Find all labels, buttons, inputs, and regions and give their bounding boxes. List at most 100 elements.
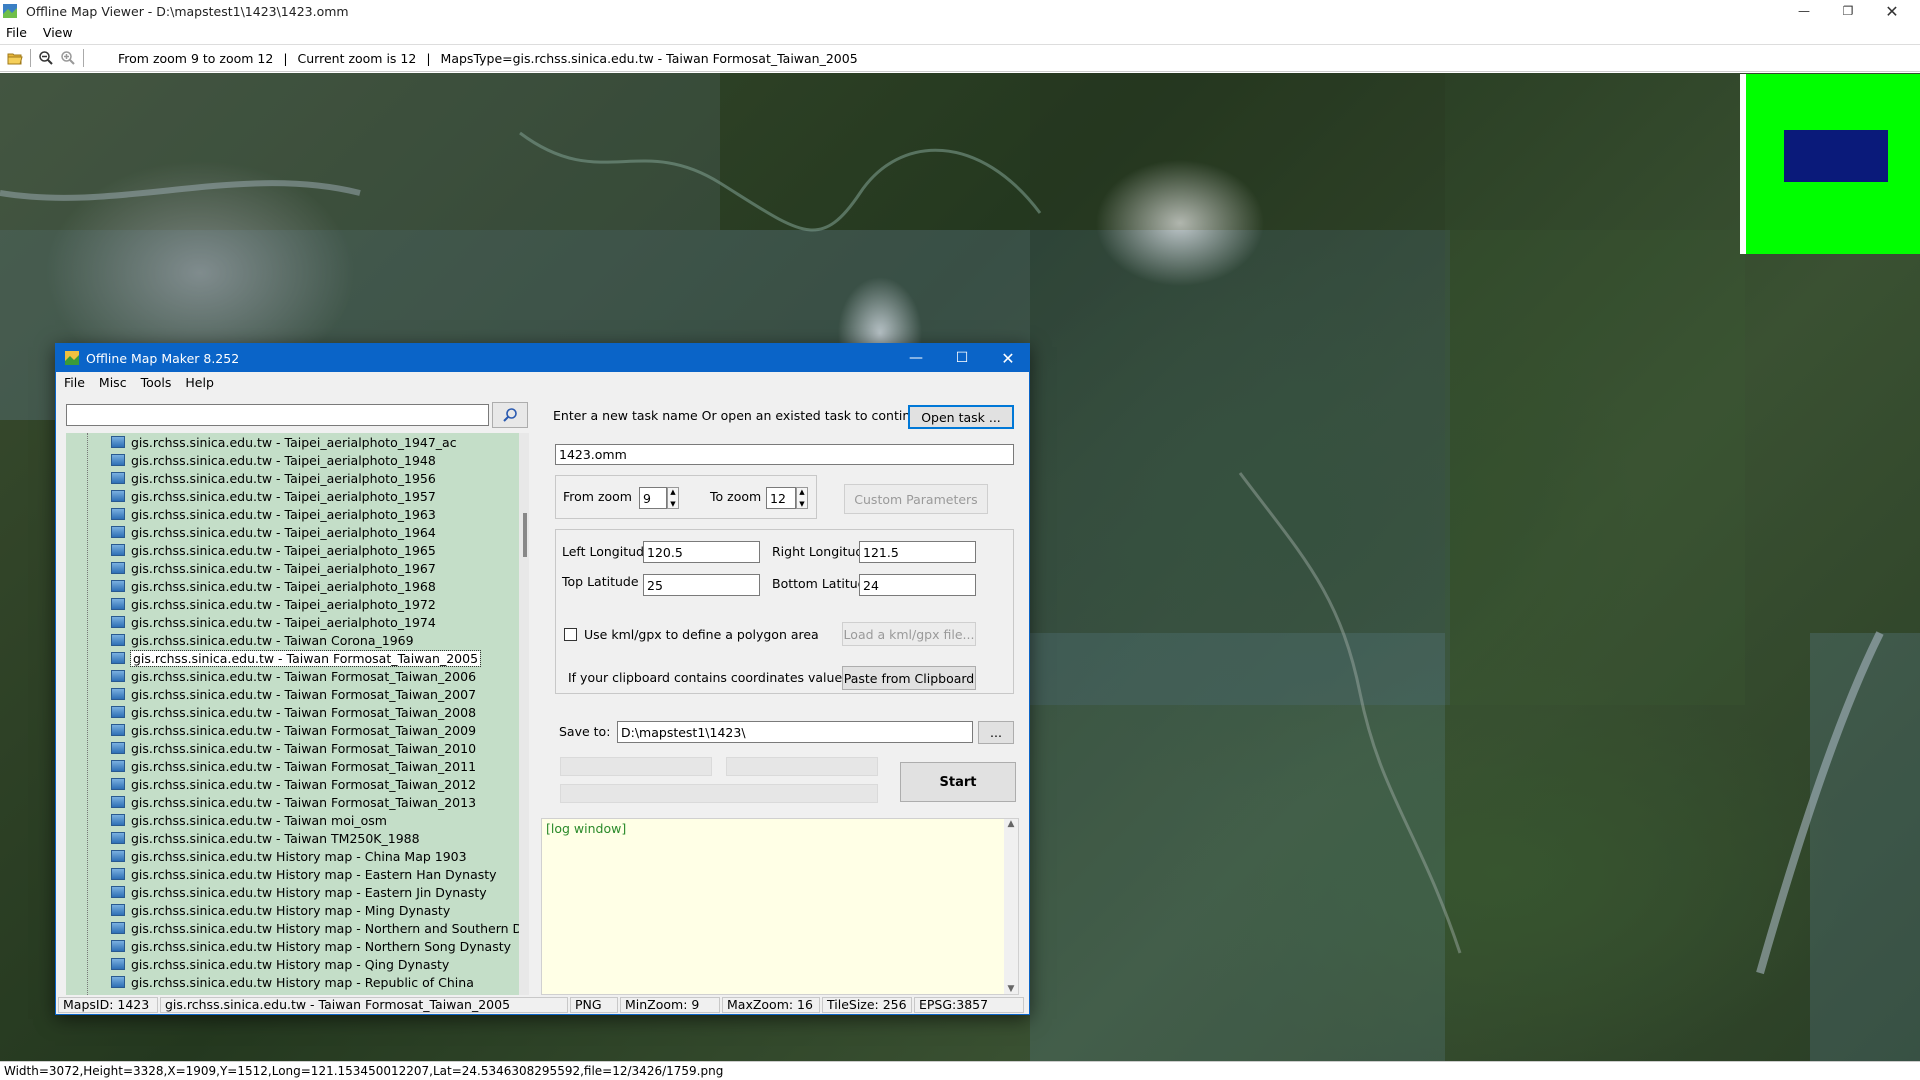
load-kml-button[interactable]: Load a kml/gpx file... xyxy=(842,622,976,646)
main-toolbar: From zoom 9 to zoom 12 | Current zoom is… xyxy=(0,44,1920,72)
up-arrow-icon[interactable]: ▲ xyxy=(670,488,675,496)
to-zoom-stepper[interactable]: ▲ ▼ xyxy=(796,487,808,509)
tree-item[interactable]: gis.rchss.sinica.edu.tw - Taipei_aerialp… xyxy=(66,487,529,505)
map-layer-icon xyxy=(111,886,125,898)
tree-item[interactable]: gis.rchss.sinica.edu.tw History map - Ea… xyxy=(66,865,529,883)
tree-item[interactable]: gis.rchss.sinica.edu.tw - Taipei_aerialp… xyxy=(66,469,529,487)
tree-item[interactable]: gis.rchss.sinica.edu.tw History map - Ch… xyxy=(66,847,529,865)
map-layer-icon xyxy=(111,976,125,988)
tree-item[interactable]: gis.rchss.sinica.edu.tw - Taipei_aerialp… xyxy=(66,559,529,577)
menu-file[interactable]: File xyxy=(6,25,27,40)
cursor-info: Width=3072,Height=3328,X=1909,Y=1512,Lon… xyxy=(4,1064,724,1078)
start-button[interactable]: Start xyxy=(900,762,1016,802)
dialog-menu-tools[interactable]: Tools xyxy=(141,375,172,390)
minimize-icon[interactable]: — xyxy=(1782,0,1826,22)
tree-item[interactable]: gis.rchss.sinica.edu.tw - Taiwan Formosa… xyxy=(66,721,529,739)
tree-item[interactable]: gis.rchss.sinica.edu.tw History map - Ea… xyxy=(66,883,529,901)
search-button[interactable] xyxy=(492,402,528,428)
map-layer-icon xyxy=(111,634,125,646)
restore-icon[interactable]: ❐ xyxy=(1826,0,1870,22)
dialog-menu-misc[interactable]: Misc xyxy=(99,375,127,390)
tree-item[interactable]: gis.rchss.sinica.edu.tw History map - Re… xyxy=(66,973,529,991)
tree-item[interactable]: gis.rchss.sinica.edu.tw History map - No… xyxy=(66,919,529,937)
tree-item[interactable]: gis.rchss.sinica.edu.tw - Taiwan Formosa… xyxy=(66,703,529,721)
map-layer-icon xyxy=(111,760,125,772)
left-longitude-input[interactable]: 120.5 xyxy=(643,541,760,563)
dialog-maximize-icon[interactable]: ☐ xyxy=(939,344,985,372)
from-zoom-stepper[interactable]: ▲ ▼ xyxy=(667,487,679,509)
tree-item-label: gis.rchss.sinica.edu.tw - Taiwan Formosa… xyxy=(131,668,477,684)
tree-item[interactable]: gis.rchss.sinica.edu.tw - Taiwan moi_osm xyxy=(66,811,529,829)
close-icon[interactable]: ✕ xyxy=(1870,0,1914,22)
offline-map-maker-dialog: Offline Map Maker 8.252 — ☐ ✕ File Misc … xyxy=(55,343,1030,1015)
scroll-up-icon[interactable]: ▲ xyxy=(1008,819,1015,829)
dialog-minimize-icon[interactable]: — xyxy=(893,344,939,372)
tree-item-label: gis.rchss.sinica.edu.tw - Taiwan moi_osm xyxy=(131,812,387,828)
dialog-menu-file[interactable]: File xyxy=(64,375,85,390)
up-arrow-icon[interactable]: ▲ xyxy=(799,488,804,496)
epsg-status: EPSG:3857 xyxy=(914,997,1024,1013)
left-longitude-label: Left Longitude xyxy=(562,544,652,559)
log-window[interactable]: [log window] ▲ ▼ xyxy=(541,818,1019,995)
menu-view[interactable]: View xyxy=(43,25,73,40)
tree-item[interactable]: gis.rchss.sinica.edu.tw History map - Mi… xyxy=(66,901,529,919)
down-arrow-icon[interactable]: ▼ xyxy=(799,500,804,508)
minimap[interactable] xyxy=(1740,74,1920,254)
tree-scrollbar-thumb[interactable] xyxy=(523,513,527,557)
dialog-titlebar: Offline Map Maker 8.252 — ☐ ✕ xyxy=(56,344,1029,372)
tree-item[interactable]: gis.rchss.sinica.edu.tw - Taipei_aerialp… xyxy=(66,433,529,451)
tree-item-label: gis.rchss.sinica.edu.tw - Taipei_aerialp… xyxy=(131,524,436,540)
bottom-latitude-input[interactable]: 24 xyxy=(859,574,976,596)
tree-item[interactable]: gis.rchss.sinica.edu.tw - Taiwan Corona_… xyxy=(66,631,529,649)
tree-item[interactable]: gis.rchss.sinica.edu.tw - Taiwan Formosa… xyxy=(66,649,529,667)
right-longitude-input[interactable]: 121.5 xyxy=(859,541,976,563)
tree-item[interactable]: gis.rchss.sinica.edu.tw - Taiwan Formosa… xyxy=(66,793,529,811)
browse-button[interactable]: ... xyxy=(978,721,1014,744)
log-scrollbar[interactable]: ▲ ▼ xyxy=(1004,819,1018,994)
zoom-out-icon[interactable] xyxy=(35,47,57,69)
tree-item[interactable]: gis.rchss.sinica.edu.tw History map - No… xyxy=(66,937,529,955)
dialog-menu-help[interactable]: Help xyxy=(185,375,214,390)
custom-parameters-button[interactable]: Custom Parameters xyxy=(844,484,988,514)
save-path-input[interactable]: D:\mapstest1\1423\ xyxy=(617,721,973,743)
tree-item[interactable]: gis.rchss.sinica.edu.tw - Taiwan TM250K_… xyxy=(66,829,529,847)
scroll-down-icon[interactable]: ▼ xyxy=(1008,984,1015,994)
open-folder-icon[interactable] xyxy=(4,47,26,69)
kml-polygon-checkbox[interactable] xyxy=(564,628,577,641)
tree-item-label: gis.rchss.sinica.edu.tw - Taipei_aerialp… xyxy=(131,614,436,630)
map-tree[interactable]: gis.rchss.sinica.edu.tw - Taipei_aerialp… xyxy=(66,433,529,995)
tree-line xyxy=(87,433,88,995)
right-longitude-label: Right Longitude xyxy=(772,544,872,559)
tree-item[interactable]: gis.rchss.sinica.edu.tw - Taipei_aerialp… xyxy=(66,595,529,613)
tree-item[interactable]: gis.rchss.sinica.edu.tw - Taipei_aerialp… xyxy=(66,451,529,469)
top-latitude-input[interactable]: 25 xyxy=(643,574,760,596)
minimap-viewport[interactable] xyxy=(1784,130,1888,182)
tree-scrollbar[interactable] xyxy=(519,433,529,995)
zoom-in-icon[interactable] xyxy=(57,47,79,69)
map-search-input[interactable] xyxy=(66,404,489,426)
open-task-button[interactable]: Open task ... xyxy=(908,405,1014,429)
from-zoom-input[interactable]: 9 xyxy=(639,487,667,509)
dialog-close-icon[interactable]: ✕ xyxy=(985,344,1031,372)
tree-item[interactable]: gis.rchss.sinica.edu.tw - Taiwan Formosa… xyxy=(66,667,529,685)
window-titlebar: Offline Map Viewer - D:\mapstest1\1423\1… xyxy=(0,0,1920,22)
tree-item[interactable]: gis.rchss.sinica.edu.tw History map - Qi… xyxy=(66,955,529,973)
tree-item-label: gis.rchss.sinica.edu.tw History map - No… xyxy=(131,920,529,936)
to-zoom-input[interactable]: 12 xyxy=(766,487,796,509)
paste-clipboard-button[interactable]: Paste from Clipboard xyxy=(842,666,976,690)
tree-item[interactable]: gis.rchss.sinica.edu.tw - Taiwan Formosa… xyxy=(66,775,529,793)
tree-item[interactable]: gis.rchss.sinica.edu.tw - Taiwan Formosa… xyxy=(66,685,529,703)
tree-item[interactable]: gis.rchss.sinica.edu.tw - Taipei_aerialp… xyxy=(66,613,529,631)
tree-item[interactable]: gis.rchss.sinica.edu.tw - Taiwan Formosa… xyxy=(66,739,529,757)
task-prompt-label: Enter a new task name Or open an existed… xyxy=(553,408,931,423)
tree-item[interactable]: gis.rchss.sinica.edu.tw - Taipei_aerialp… xyxy=(66,577,529,595)
tree-item[interactable]: gis.rchss.sinica.edu.tw - Taipei_aerialp… xyxy=(66,523,529,541)
task-name-input[interactable]: 1423.omm xyxy=(555,444,1014,465)
map-layer-icon xyxy=(111,688,125,700)
map-layer-icon xyxy=(111,472,125,484)
tree-item[interactable]: gis.rchss.sinica.edu.tw - Taiwan Formosa… xyxy=(66,757,529,775)
tree-item-label: gis.rchss.sinica.edu.tw History map - Ch… xyxy=(131,848,467,864)
down-arrow-icon[interactable]: ▼ xyxy=(670,500,675,508)
tree-item[interactable]: gis.rchss.sinica.edu.tw - Taipei_aerialp… xyxy=(66,541,529,559)
tree-item[interactable]: gis.rchss.sinica.edu.tw - Taipei_aerialp… xyxy=(66,505,529,523)
